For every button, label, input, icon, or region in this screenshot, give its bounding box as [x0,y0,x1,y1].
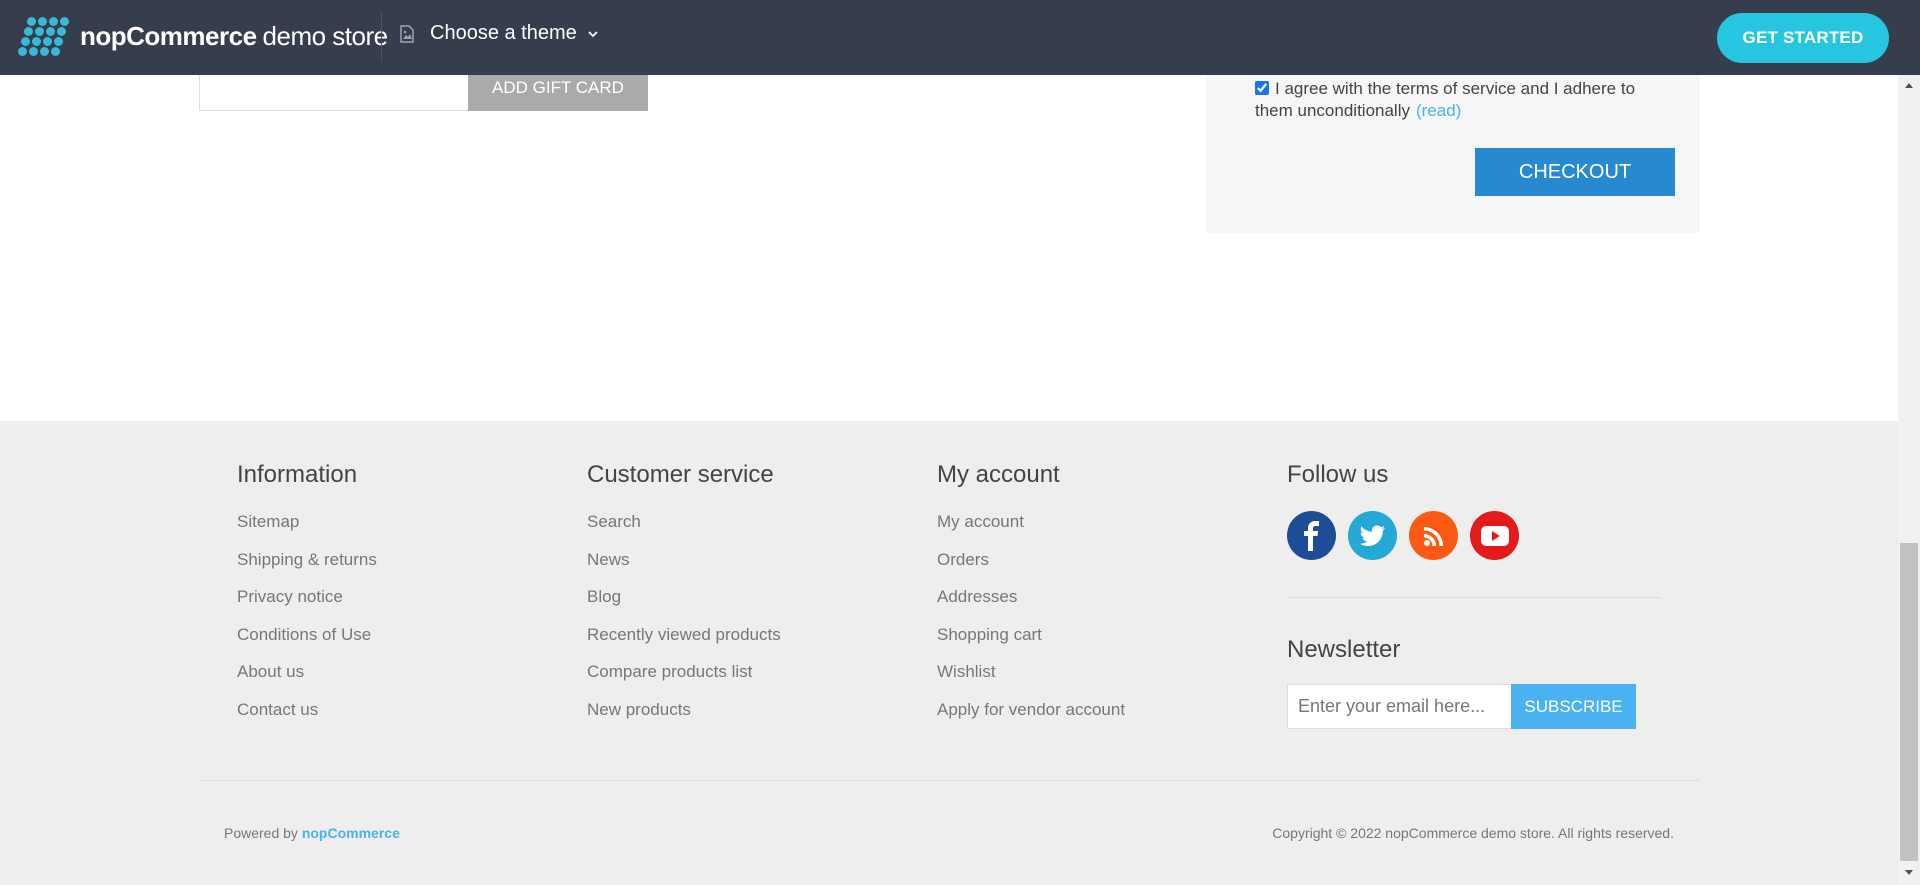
topbar-divider [381,12,382,62]
scroll-up-arrow-icon[interactable] [1905,83,1913,88]
footer-information-column: Information Sitemap Shipping & returns P… [237,461,377,737]
footer-link-contact-us[interactable]: Contact us [237,699,377,737]
footer-my-account-column: My account My account Orders Addresses S… [937,461,1125,737]
terms-read-link[interactable]: (read) [1416,101,1461,120]
footer-link-search[interactable]: Search [587,511,781,549]
social-links [1287,511,1519,560]
footer-link-apply-vendor[interactable]: Apply for vendor account [937,699,1125,737]
chevron-down-icon [588,30,598,37]
footer-customer-service-column: Customer service Search News Blog Recent… [587,461,781,737]
newsletter-title: Newsletter [1287,636,1401,663]
footer-link-sitemap[interactable]: Sitemap [237,511,377,549]
checkout-button[interactable]: CHECKOUT [1475,148,1675,196]
footer-bottom-divider [199,780,1699,781]
footer-link-shipping-returns[interactable]: Shipping & returns [237,549,377,587]
logo-brand-text: nopCommerce [80,20,257,51]
logo-store-text: demo store [262,20,389,51]
facebook-icon[interactable] [1287,511,1336,560]
powered-by-link[interactable]: nopCommerce [302,825,400,841]
footer-link-orders[interactable]: Orders [937,549,1125,587]
logo-dots-icon [18,16,72,56]
newsletter-email-input[interactable] [1287,684,1512,729]
footer-link-addresses[interactable]: Addresses [937,586,1125,624]
footer-link-shopping-cart[interactable]: Shopping cart [937,624,1125,662]
theme-chooser-label: Choose a theme [430,22,577,44]
footer-link-recently-viewed[interactable]: Recently viewed products [587,624,781,662]
footer-follow-us-column: Follow us [1287,461,1388,511]
copyright-text: Copyright © 2022 nopCommerce demo store.… [1272,825,1674,841]
terms-of-service-checkbox[interactable] [1255,81,1269,95]
subscribe-button[interactable]: SUBSCRIBE [1511,684,1636,729]
powered-by-text: Powered by [224,825,298,841]
footer-link-compare-products[interactable]: Compare products list [587,661,781,699]
get-started-button[interactable]: GET STARTED [1717,13,1889,63]
footer-link-wishlist[interactable]: Wishlist [937,661,1125,699]
top-bar: nopCommerce demo store Choose a theme GET… [0,0,1920,75]
twitter-icon[interactable] [1348,511,1397,560]
terms-of-service-row: I agree with the terms of service and I … [1255,78,1675,122]
powered-by: Powered by nopCommerce [224,825,400,841]
footer-link-conditions-of-use[interactable]: Conditions of Use [237,624,377,662]
page-scrollbar[interactable] [1898,75,1920,885]
rss-icon[interactable] [1409,511,1458,560]
youtube-icon[interactable] [1470,511,1519,560]
footer-follow-us-title: Follow us [1287,461,1389,488]
follow-us-divider [1287,597,1661,598]
footer-link-privacy-notice[interactable]: Privacy notice [237,586,377,624]
scrollbar-thumb[interactable] [1900,543,1918,861]
store-logo[interactable]: nopCommerce demo store [18,16,388,56]
footer-information-title: Information [237,461,358,488]
footer-my-account-title: My account [937,461,1060,488]
image-icon [400,24,414,43]
theme-chooser-dropdown[interactable]: Choose a theme [398,22,599,45]
page: nopCommerce demo store Choose a theme GET… [0,0,1920,885]
footer-link-new-products[interactable]: New products [587,699,781,737]
footer-customer-service-title: Customer service [587,461,774,488]
scroll-down-arrow-icon[interactable] [1905,870,1913,875]
footer-link-my-account[interactable]: My account [937,511,1125,549]
footer-link-news[interactable]: News [587,549,781,587]
footer-link-about-us[interactable]: About us [237,661,377,699]
footer-link-blog[interactable]: Blog [587,586,781,624]
